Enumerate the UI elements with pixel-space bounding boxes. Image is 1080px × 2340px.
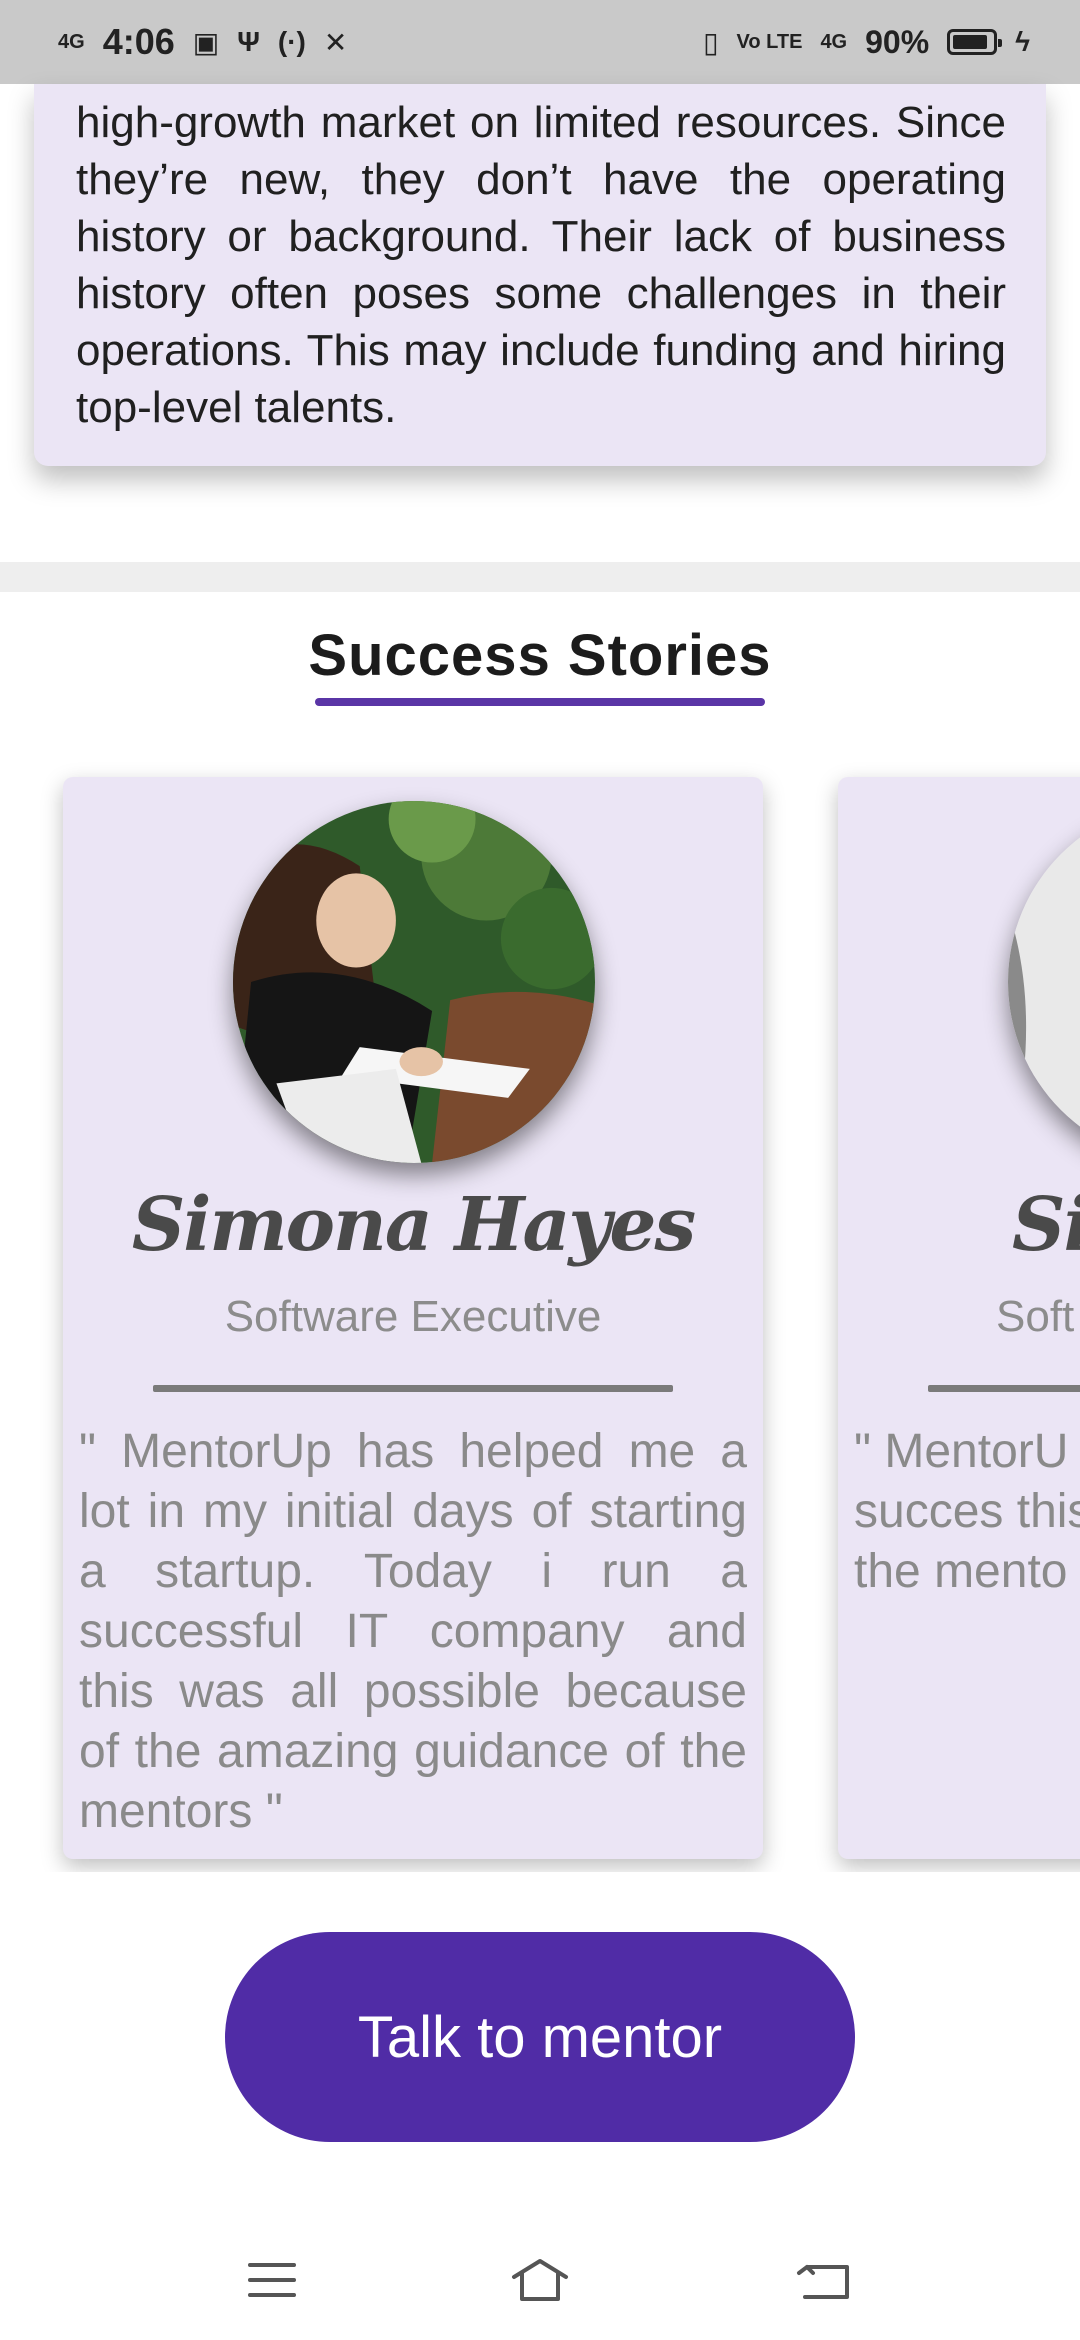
story-quote: " MentorU lot in m starting a a succes t…: [854, 1425, 1080, 1598]
status-left: 4G 4:06 ▣ Ψ (·) ✕: [58, 21, 347, 63]
charging-icon: ϟ: [1015, 26, 1030, 57]
card-divider: [153, 1385, 673, 1392]
profile-photo: [1008, 801, 1080, 1163]
intro-text: high-growth market on limited resources.…: [76, 98, 1006, 432]
navigation-bar: [0, 2200, 1080, 2340]
intro-section: high-growth market on limited resources.…: [0, 84, 1080, 562]
menu-icon[interactable]: [232, 2250, 312, 2310]
volte-indicator: Vo LTE: [736, 31, 803, 53]
story-role: Software Executive: [224, 1292, 602, 1341]
status-bar: 4G 4:06 ▣ Ψ (·) ✕ ▯ Vo LTE 4G 90% ϟ: [0, 0, 1080, 84]
notification-icon: ▣: [192, 26, 220, 58]
hotspot-icon: (·): [277, 26, 306, 57]
back-icon[interactable]: [785, 2250, 865, 2310]
network-indicator: 4G: [58, 31, 85, 53]
clock: 4:06: [102, 21, 175, 62]
title-underline: [315, 698, 765, 706]
talk-to-mentor-button[interactable]: Talk to mentor: [225, 1932, 855, 2142]
profile-photo: [233, 801, 595, 1163]
story-name: Si: [1012, 1182, 1080, 1268]
story-card[interactable]: Simona Hayes Software Executive " Mentor…: [63, 777, 763, 1859]
card-divider: [928, 1385, 1080, 1392]
signal-indicator: 4G: [820, 31, 848, 53]
intro-card: high-growth market on limited resources.…: [34, 84, 1046, 466]
story-quote: " MentorUp has helped me a lot in my ini…: [79, 1425, 747, 1838]
tools-icon: ✕: [323, 26, 348, 58]
battery-level: [953, 35, 988, 49]
home-icon[interactable]: [500, 2250, 580, 2310]
success-stories-section[interactable]: Success Stories Simona Hayes Software Ex…: [0, 592, 1080, 1872]
battery-icon: [947, 29, 1003, 55]
vibrate-icon: ▯: [703, 26, 719, 58]
section-title: Success Stories: [308, 623, 772, 688]
avatar: [1008, 801, 1080, 1163]
battery-percent: 90%: [865, 23, 930, 60]
status-right: ▯ Vo LTE 4G 90% ϟ: [703, 24, 1030, 61]
avatar: [233, 801, 595, 1163]
story-card[interactable]: Si Soft " MentorU lot in m starting a a …: [838, 777, 1080, 1859]
usb-icon: Ψ: [237, 26, 260, 57]
section-divider: [0, 562, 1080, 592]
story-name: Simona Hayes: [131, 1182, 696, 1268]
story-role: Soft: [996, 1292, 1075, 1341]
